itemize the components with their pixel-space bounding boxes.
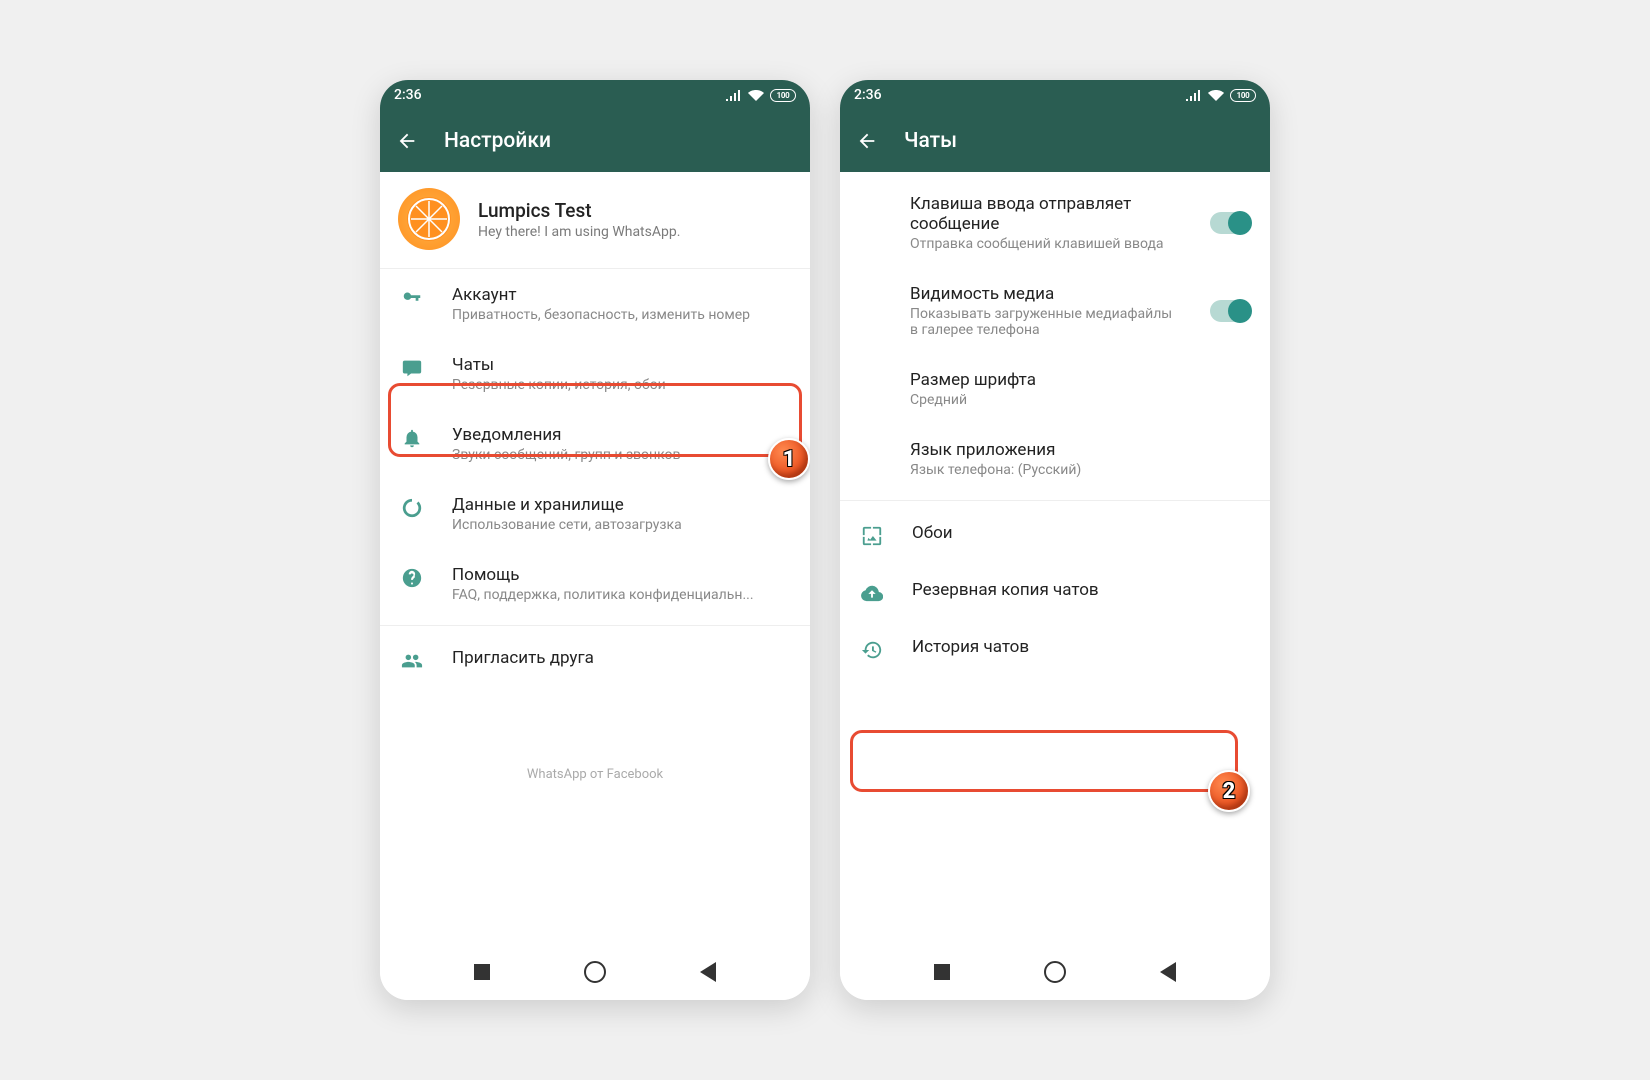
item-title: Обои xyxy=(912,523,1250,543)
profile-row[interactable]: Lumpics Test Hey there! I am using Whats… xyxy=(380,172,810,269)
appbar-title: Чаты xyxy=(904,129,957,153)
appbar-title: Настройки xyxy=(444,129,551,153)
appbar: Чаты xyxy=(840,110,1270,172)
statusbar: 2:36 100 xyxy=(380,80,810,110)
status-time: 2:36 xyxy=(854,87,882,103)
profile-status: Hey there! I am using WhatsApp. xyxy=(478,224,680,240)
item-title: История чатов xyxy=(912,637,1250,657)
settings-invite[interactable]: Пригласить друга xyxy=(380,632,810,689)
battery-icon: 100 xyxy=(770,89,796,102)
settings-help[interactable]: Помощь FAQ, поддержка, политика конфиденц… xyxy=(380,549,810,619)
item-title: Клавиша ввода отправляет сообщение xyxy=(910,194,1182,234)
item-sub: Приватность, безопасность, изменить номе… xyxy=(452,307,790,323)
nav-recent-icon[interactable] xyxy=(474,964,490,980)
item-title: Уведомления xyxy=(452,425,790,445)
battery-icon: 100 xyxy=(1230,89,1256,102)
chat-icon xyxy=(401,357,423,379)
item-title: Аккаунт xyxy=(452,285,790,305)
avatar xyxy=(398,188,460,250)
item-title: Резервная копия чатов xyxy=(912,580,1250,600)
chats-backup[interactable]: Резервная копия чатов xyxy=(840,564,1270,621)
settings-chats[interactable]: Чаты Резервные копии, история, обои xyxy=(380,339,810,409)
signal-icon xyxy=(726,89,742,101)
status-icons: 100 xyxy=(1186,89,1256,102)
item-sub: Звуки сообщений, групп и звонков xyxy=(452,447,790,463)
nav-home-icon[interactable] xyxy=(1044,961,1066,983)
item-sub: Показывать загруженные медиафайлы в гале… xyxy=(910,306,1182,338)
bell-icon xyxy=(401,427,423,449)
chats-content: Клавиша ввода отправляет сообщение Отправ… xyxy=(840,172,1270,944)
nav-back-icon[interactable] xyxy=(700,962,716,982)
profile-text: Lumpics Test Hey there! I am using Whats… xyxy=(478,199,680,240)
status-time: 2:36 xyxy=(394,87,422,103)
profile-name: Lumpics Test xyxy=(478,199,680,222)
item-sub: Резервные копии, история, обои xyxy=(452,377,790,393)
phone-chats: 2:36 100 Чаты Клавиша ввода отправляет с… xyxy=(840,80,1270,1000)
android-navbar xyxy=(380,944,810,1000)
item-title: Пригласить друга xyxy=(452,648,790,668)
history-icon xyxy=(861,639,883,661)
key-icon xyxy=(401,287,423,309)
chats-font-size[interactable]: Размер шрифта Средний xyxy=(840,354,1270,424)
signal-icon xyxy=(1186,89,1202,101)
divider xyxy=(380,625,810,626)
toggle-switch[interactable] xyxy=(1210,212,1250,234)
status-icons: 100 xyxy=(726,89,796,102)
item-sub: Использование сети, автозагрузка xyxy=(452,517,790,533)
appbar: Настройки xyxy=(380,110,810,172)
step-badge-1: 1 xyxy=(768,438,810,480)
item-title: Видимость медиа xyxy=(910,284,1182,304)
wifi-icon xyxy=(748,89,764,101)
statusbar: 2:36 100 xyxy=(840,80,1270,110)
item-sub: Отправка сообщений клавишей ввода xyxy=(910,236,1182,252)
help-icon xyxy=(401,567,423,589)
item-sub: Язык телефона: (Русский) xyxy=(910,462,1250,478)
people-icon xyxy=(401,650,423,672)
chats-wallpaper[interactable]: Обои xyxy=(840,507,1270,564)
item-title: Чаты xyxy=(452,355,790,375)
toggle-switch[interactable] xyxy=(1210,300,1250,322)
item-title: Помощь xyxy=(452,565,790,585)
item-sub: Средний xyxy=(910,392,1250,408)
chats-app-language[interactable]: Язык приложения Язык телефона: (Русский) xyxy=(840,424,1270,494)
settings-account[interactable]: Аккаунт Приватность, безопасность, измени… xyxy=(380,269,810,339)
data-usage-icon xyxy=(401,497,423,519)
step-badge-2: 2 xyxy=(1208,770,1250,812)
android-navbar xyxy=(840,944,1270,1000)
nav-recent-icon[interactable] xyxy=(934,964,950,980)
settings-content: Lumpics Test Hey there! I am using Whats… xyxy=(380,172,810,944)
phone-settings: 2:36 100 Настройки Lumpics Test Hey ther… xyxy=(380,80,810,1000)
item-title: Язык приложения xyxy=(910,440,1250,460)
item-sub: FAQ, поддержка, политика конфиденциальн.… xyxy=(452,587,790,603)
divider xyxy=(840,500,1270,501)
back-icon[interactable] xyxy=(396,130,418,152)
wifi-icon xyxy=(1208,89,1224,101)
footer-text: WhatsApp от Facebook xyxy=(380,749,810,792)
cloud-upload-icon xyxy=(861,582,883,604)
chats-history[interactable]: История чатов xyxy=(840,621,1270,678)
item-title: Размер шрифта xyxy=(910,370,1250,390)
settings-data[interactable]: Данные и хранилище Использование сети, ав… xyxy=(380,479,810,549)
settings-notifications[interactable]: Уведомления Звуки сообщений, групп и звон… xyxy=(380,409,810,479)
back-icon[interactable] xyxy=(856,130,878,152)
nav-back-icon[interactable] xyxy=(1160,962,1176,982)
nav-home-icon[interactable] xyxy=(584,961,606,983)
item-title: Данные и хранилище xyxy=(452,495,790,515)
wallpaper-icon xyxy=(861,525,883,547)
chats-media-visibility[interactable]: Видимость медиаПоказывать загруженные ме… xyxy=(840,268,1270,354)
chats-enterkey[interactable]: Клавиша ввода отправляет сообщение Отправ… xyxy=(840,172,1270,268)
